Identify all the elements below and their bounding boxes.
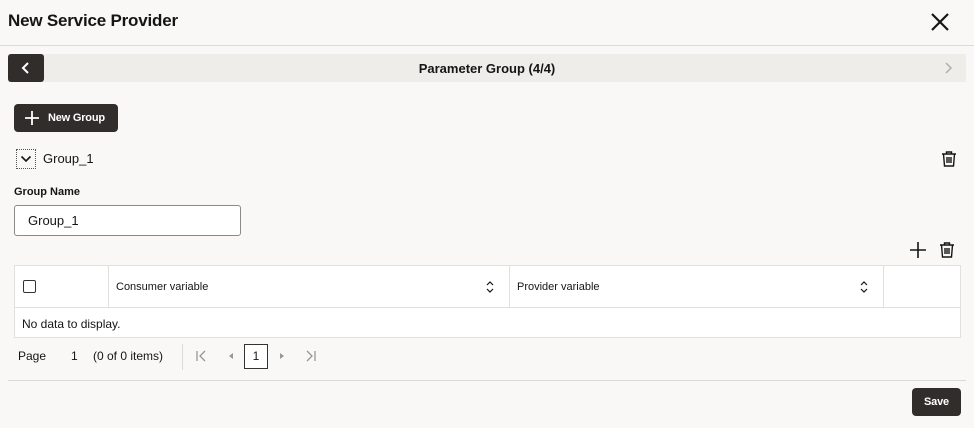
pagination-divider bbox=[182, 344, 183, 370]
group-name-label: Group Name bbox=[14, 186, 81, 198]
current-page-button[interactable]: 1 bbox=[244, 344, 268, 369]
chevron-down-icon bbox=[20, 155, 32, 163]
select-all-column bbox=[15, 266, 109, 308]
new-group-label: New Group bbox=[48, 112, 105, 124]
group-title: Group_1 bbox=[43, 151, 94, 166]
group-collapse-toggle[interactable] bbox=[16, 149, 36, 169]
delete-group-button[interactable] bbox=[940, 150, 958, 168]
chevron-right-icon bbox=[945, 62, 953, 74]
pagination: Page 1 (0 of 0 items) 1 bbox=[18, 344, 338, 370]
actions-column bbox=[884, 266, 961, 308]
page-label: Page bbox=[18, 349, 47, 363]
sort-icon bbox=[486, 281, 494, 293]
previous-page-icon[interactable] bbox=[224, 349, 238, 363]
new-group-button[interactable]: New Group bbox=[14, 104, 118, 132]
save-button[interactable]: Save bbox=[912, 388, 961, 416]
group-name-input[interactable] bbox=[14, 205, 241, 236]
wizard-step-bar: Parameter Group (4/4) bbox=[8, 54, 966, 82]
dialog-header: New Service Provider bbox=[0, 0, 974, 46]
items-info: (0 of 0 items) bbox=[93, 349, 164, 363]
last-page-icon[interactable] bbox=[304, 349, 318, 363]
trash-icon bbox=[942, 151, 956, 167]
first-page-icon[interactable] bbox=[194, 349, 208, 363]
column-header-consumer[interactable]: Consumer variable bbox=[109, 266, 510, 308]
variables-table: Consumer variable Provider variable No d… bbox=[14, 265, 961, 338]
close-icon bbox=[931, 13, 949, 31]
footer-divider bbox=[8, 380, 966, 381]
select-all-checkbox[interactable] bbox=[23, 280, 36, 293]
add-row-button[interactable] bbox=[909, 241, 927, 259]
column-header-label: Provider variable bbox=[517, 281, 600, 293]
wizard-step-label: Parameter Group (4/4) bbox=[418, 61, 556, 76]
page-number: 1 bbox=[71, 349, 78, 363]
trash-icon bbox=[940, 242, 954, 258]
dialog-title: New Service Provider bbox=[8, 11, 178, 30]
column-header-label: Consumer variable bbox=[116, 281, 209, 293]
close-button[interactable] bbox=[928, 10, 952, 34]
plus-icon bbox=[25, 111, 39, 125]
delete-row-button[interactable] bbox=[938, 241, 956, 259]
next-page-icon[interactable] bbox=[275, 349, 289, 363]
sort-icon bbox=[860, 281, 868, 293]
plus-icon bbox=[910, 242, 926, 258]
next-step-button[interactable] bbox=[930, 54, 966, 82]
column-header-provider[interactable]: Provider variable bbox=[510, 266, 884, 308]
table-header: Consumer variable Provider variable bbox=[15, 266, 960, 308]
empty-table-message: No data to display. bbox=[22, 317, 121, 331]
